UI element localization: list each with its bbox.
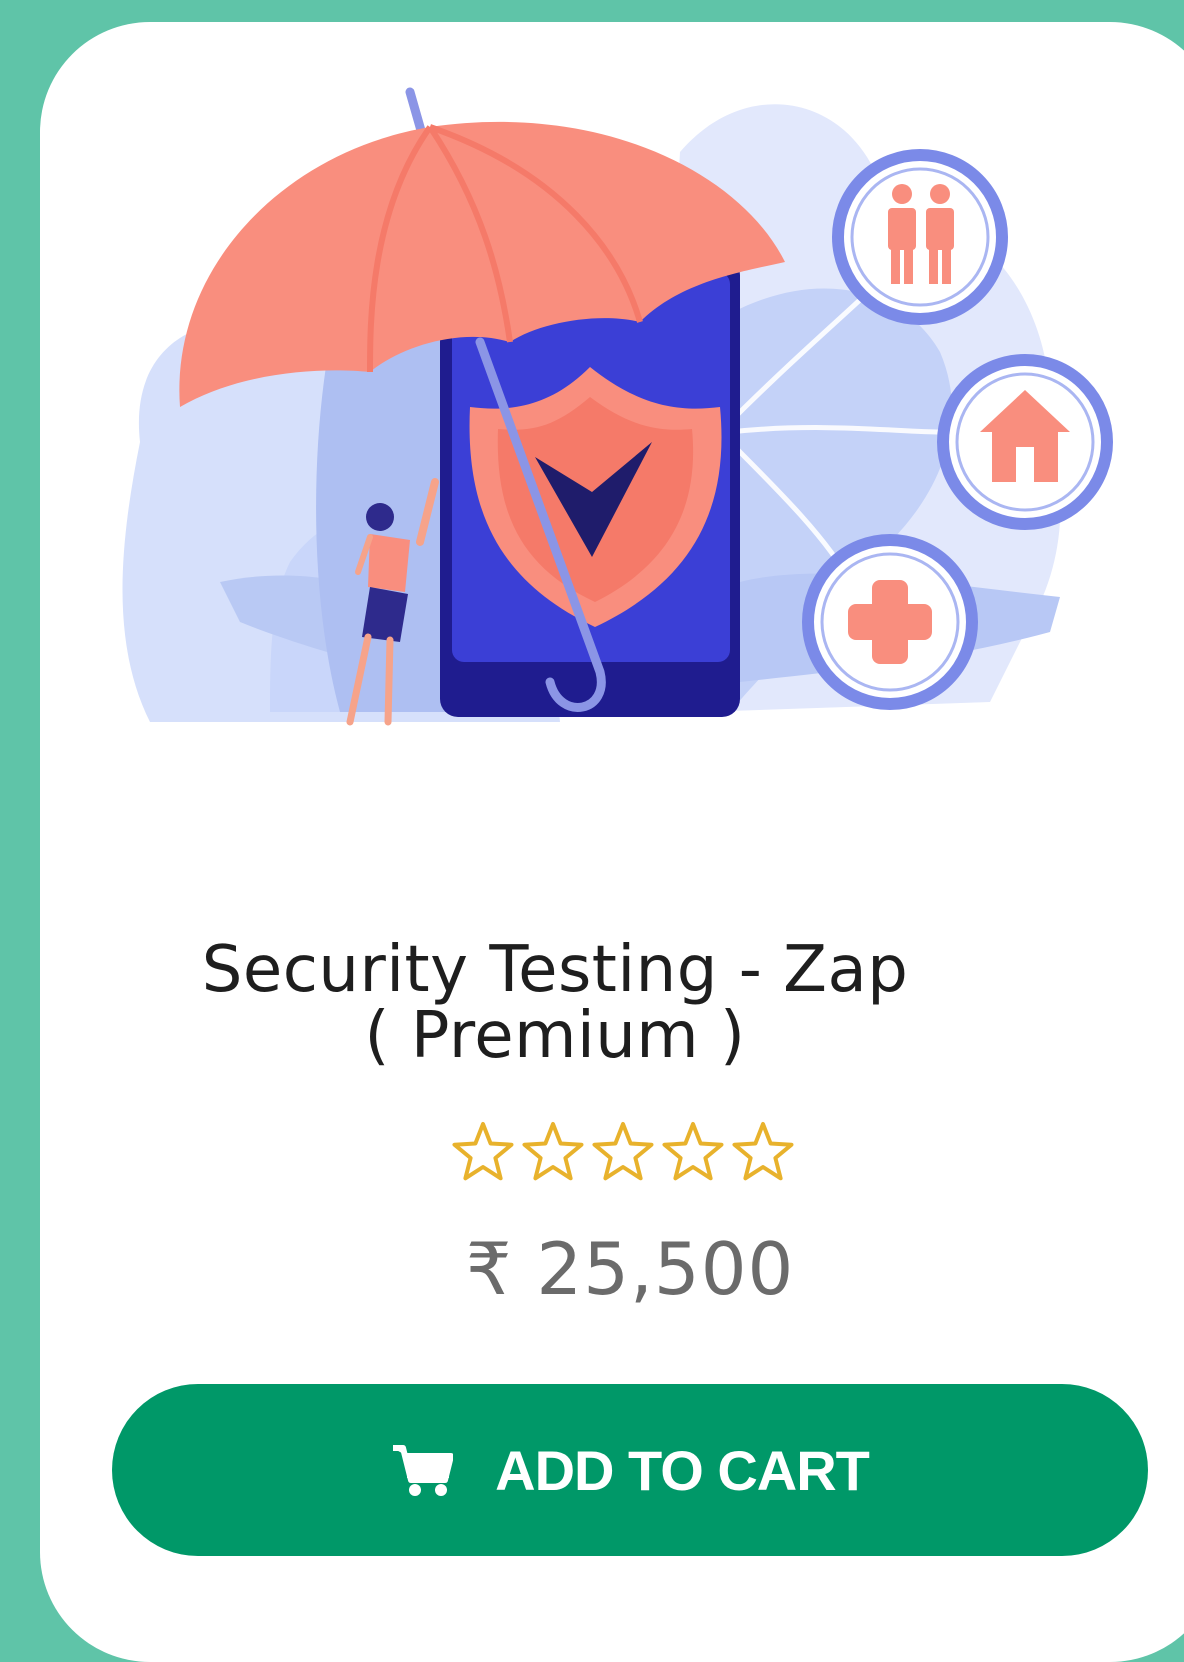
cart-icon: [391, 1442, 454, 1498]
product-image[interactable]: [40, 22, 1160, 802]
star-icon: [592, 1122, 654, 1181]
product-price: ₹ 25,500: [465, 1227, 795, 1311]
product-title-line1: Security Testing - Zap: [201, 933, 909, 1007]
product-title-line2: ( Premium ): [364, 999, 746, 1073]
star-icon: [452, 1122, 514, 1181]
medical-cross-icon: [802, 534, 978, 710]
star-icon: [732, 1122, 794, 1181]
product-title[interactable]: Security Testing - Zap ( Premium ): [160, 937, 950, 1069]
star-icon: [662, 1122, 724, 1181]
product-card: Security Testing - Zap ( Premium ) ₹ 25,…: [40, 22, 1184, 1662]
star-rating: [452, 1122, 794, 1181]
add-to-cart-button[interactable]: ADD TO CART: [112, 1384, 1148, 1556]
family-icon: [832, 149, 1008, 325]
home-icon: [937, 354, 1113, 530]
star-icon: [522, 1122, 584, 1181]
add-to-cart-label: ADD TO CART: [495, 1438, 870, 1502]
